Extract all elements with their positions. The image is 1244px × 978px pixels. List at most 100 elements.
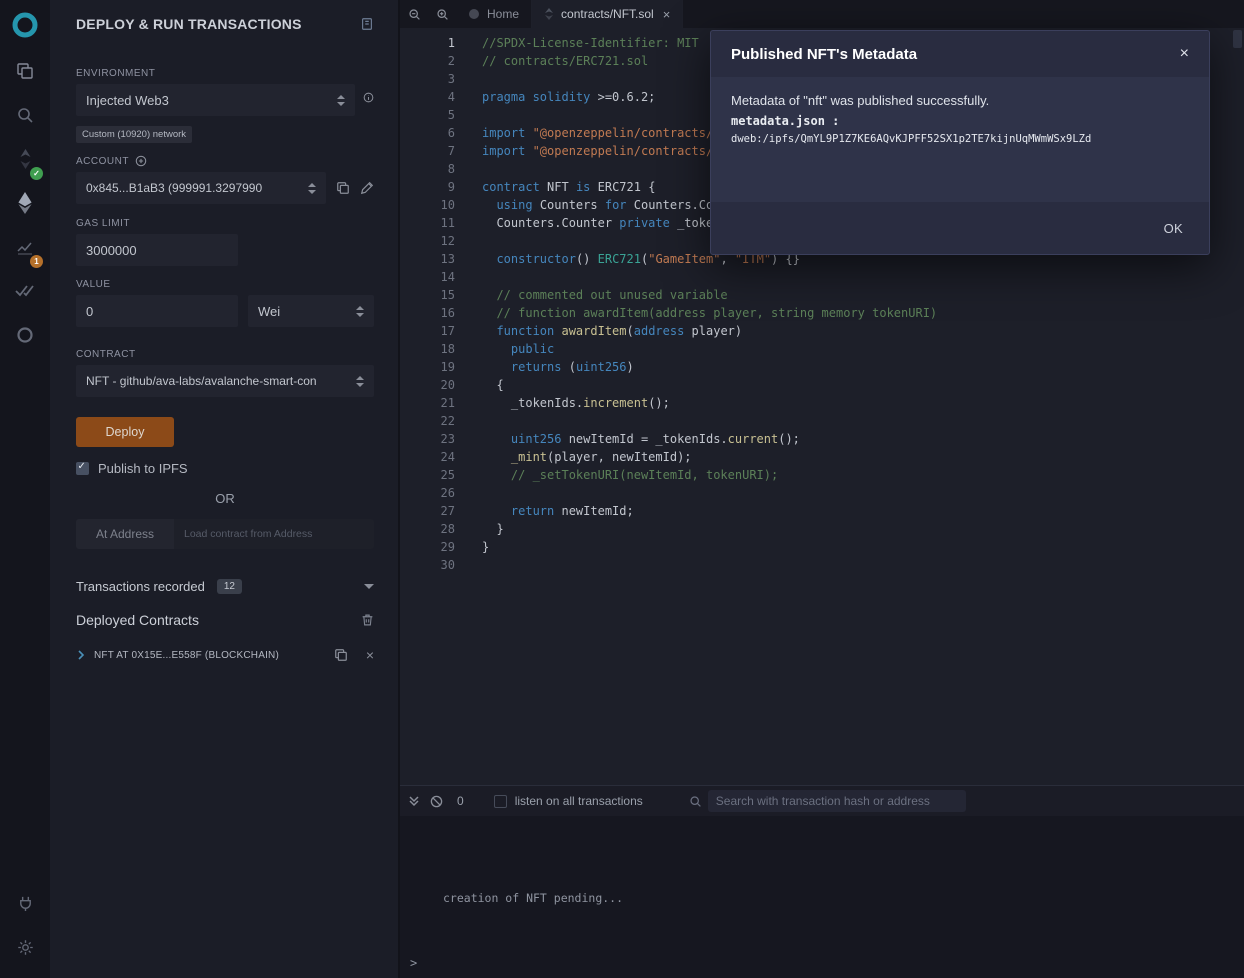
- line-number: 12: [400, 232, 455, 250]
- value-label: VALUE: [76, 279, 374, 290]
- sidebar-item-search[interactable]: [0, 95, 50, 139]
- tab-nft-sol[interactable]: contracts/NFT.sol ×: [532, 0, 683, 28]
- code-line[interactable]: {: [482, 376, 937, 394]
- sidebar-item-solidity-compiler[interactable]: ✓: [0, 139, 50, 183]
- publish-to-ipfs-row: Publish to IPFS: [76, 461, 374, 476]
- code-line[interactable]: public: [482, 340, 937, 358]
- line-number: 4: [400, 88, 455, 106]
- deploy-run-icon: [16, 192, 34, 219]
- zoom-in-icon: [436, 8, 449, 21]
- modal-message: Metadata of "nft" was published successf…: [731, 93, 1189, 108]
- editor-gutter: 1234567891011121314151617181920212223242…: [400, 34, 455, 785]
- ok-button[interactable]: OK: [1164, 221, 1183, 236]
- line-number: 19: [400, 358, 455, 376]
- copy-contract-address-button[interactable]: [334, 648, 348, 662]
- editor-scrollbar[interactable]: [1233, 30, 1242, 781]
- at-address-input[interactable]: [174, 519, 374, 549]
- modal-title: Published NFT's Metadata: [731, 46, 917, 63]
- code-line[interactable]: // function awardItem(address player, st…: [482, 304, 937, 322]
- zoom-out-icon: [408, 8, 421, 21]
- line-number: 10: [400, 196, 455, 214]
- documentation-icon[interactable]: [360, 17, 374, 31]
- line-number: 18: [400, 340, 455, 358]
- deployed-contract-item[interactable]: NFT AT 0X15E...E558F (BLOCKCHAIN) ×: [76, 648, 374, 662]
- contract-value: NFT - github/ava-labs/avalanche-smart-co…: [86, 374, 348, 388]
- chevron-right-icon[interactable]: [76, 650, 86, 660]
- terminal-clear-button[interactable]: [430, 795, 443, 808]
- code-line[interactable]: [482, 412, 937, 430]
- line-number: 21: [400, 394, 455, 412]
- code-line[interactable]: // _setTokenURI(newItemId, tokenURI);: [482, 466, 937, 484]
- terminal-expand-button[interactable]: [408, 795, 420, 807]
- environment-info-icon[interactable]: [363, 92, 374, 103]
- zoom-out-button[interactable]: [400, 0, 428, 28]
- line-number: 17: [400, 322, 455, 340]
- close-tab-button[interactable]: ×: [663, 8, 671, 21]
- sidebar-item-deploy-run[interactable]: [0, 183, 50, 227]
- code-line[interactable]: // commented out unused variable: [482, 286, 937, 304]
- modal-close-button[interactable]: ×: [1180, 46, 1189, 62]
- code-line[interactable]: [482, 556, 937, 574]
- plugin-manager-icon: [17, 895, 34, 917]
- sidebar-item-analysis[interactable]: 1: [0, 227, 50, 271]
- code-line[interactable]: }: [482, 538, 937, 556]
- environment-select[interactable]: Injected Web3: [76, 84, 355, 116]
- select-carets-icon: [356, 306, 364, 317]
- chevron-down-icon[interactable]: [364, 584, 374, 589]
- deploy-button[interactable]: Deploy: [76, 417, 174, 447]
- remove-contract-button[interactable]: ×: [366, 648, 374, 662]
- contract-select[interactable]: NFT - github/ava-labs/avalanche-smart-co…: [76, 365, 374, 397]
- value-input[interactable]: [76, 295, 238, 327]
- clear-deployed-button[interactable]: [361, 613, 374, 627]
- code-line[interactable]: returns (uint256): [482, 358, 937, 376]
- at-address-button[interactable]: At Address: [76, 519, 174, 549]
- listen-all-transactions-checkbox[interactable]: [494, 795, 507, 808]
- line-number: 13: [400, 250, 455, 268]
- line-number: 28: [400, 520, 455, 538]
- code-line[interactable]: [482, 484, 937, 502]
- code-line[interactable]: function awardItem(address player): [482, 322, 937, 340]
- zoom-in-button[interactable]: [428, 0, 456, 28]
- sidebar-item-settings[interactable]: [0, 928, 50, 972]
- code-line[interactable]: _tokenIds.increment();: [482, 394, 937, 412]
- listen-all-transactions-label: listen on all transactions: [515, 794, 643, 808]
- line-number: 5: [400, 106, 455, 124]
- sign-message-button[interactable]: [360, 181, 374, 195]
- compiler-success-badge: ✓: [30, 167, 43, 180]
- published-metadata-modal: Published NFT's Metadata × Metadata of "…: [710, 30, 1210, 255]
- line-number: 14: [400, 268, 455, 286]
- code-line[interactable]: return newItemId;: [482, 502, 937, 520]
- line-number: 29: [400, 538, 455, 556]
- scrollbar-thumb[interactable]: [1233, 30, 1242, 48]
- line-number: 22: [400, 412, 455, 430]
- tab-bar: Home contracts/NFT.sol ×: [400, 0, 1244, 28]
- code-line[interactable]: }: [482, 520, 937, 538]
- terminal-log: creation of NFT pending...: [443, 891, 1244, 905]
- account-value: 0x845...B1aB3 (999991.3297990: [86, 181, 300, 195]
- code-line[interactable]: uint256 newItemId = _tokenIds.current();: [482, 430, 937, 448]
- account-select[interactable]: 0x845...B1aB3 (999991.3297990: [76, 172, 326, 204]
- code-line[interactable]: _mint(player, newItemId);: [482, 448, 937, 466]
- remix-logo[interactable]: [12, 12, 38, 43]
- tab-home[interactable]: Home: [456, 0, 532, 28]
- sidebar-item-plugin[interactable]: [0, 315, 50, 359]
- trash-icon: [361, 613, 374, 627]
- transactions-recorded-row[interactable]: Transactions recorded 12: [76, 579, 374, 594]
- code-line[interactable]: [482, 268, 937, 286]
- value-unit-select[interactable]: Wei: [248, 295, 374, 327]
- sidebar-item-unit-testing[interactable]: [0, 271, 50, 315]
- sidebar-item-file-explorer[interactable]: [0, 51, 50, 95]
- sidebar-item-plugin-manager[interactable]: [0, 884, 50, 928]
- line-number: 9: [400, 178, 455, 196]
- contract-label: CONTRACT: [76, 349, 374, 360]
- gas-limit-input[interactable]: [76, 234, 238, 266]
- file-explorer-icon: [16, 62, 34, 85]
- modal-header: Published NFT's Metadata ×: [711, 31, 1209, 77]
- add-account-icon[interactable]: [135, 155, 147, 167]
- terminal-search-input[interactable]: [708, 790, 966, 812]
- solidity-file-icon: [544, 8, 554, 20]
- remix-logo-icon: [12, 12, 38, 38]
- copy-account-button[interactable]: [336, 181, 350, 195]
- publish-to-ipfs-checkbox[interactable]: [76, 462, 89, 475]
- ipfs-link: dweb:/ipfs/QmYL9P1Z7KE6AQvKJPFF52SX1p2TE…: [731, 133, 1189, 145]
